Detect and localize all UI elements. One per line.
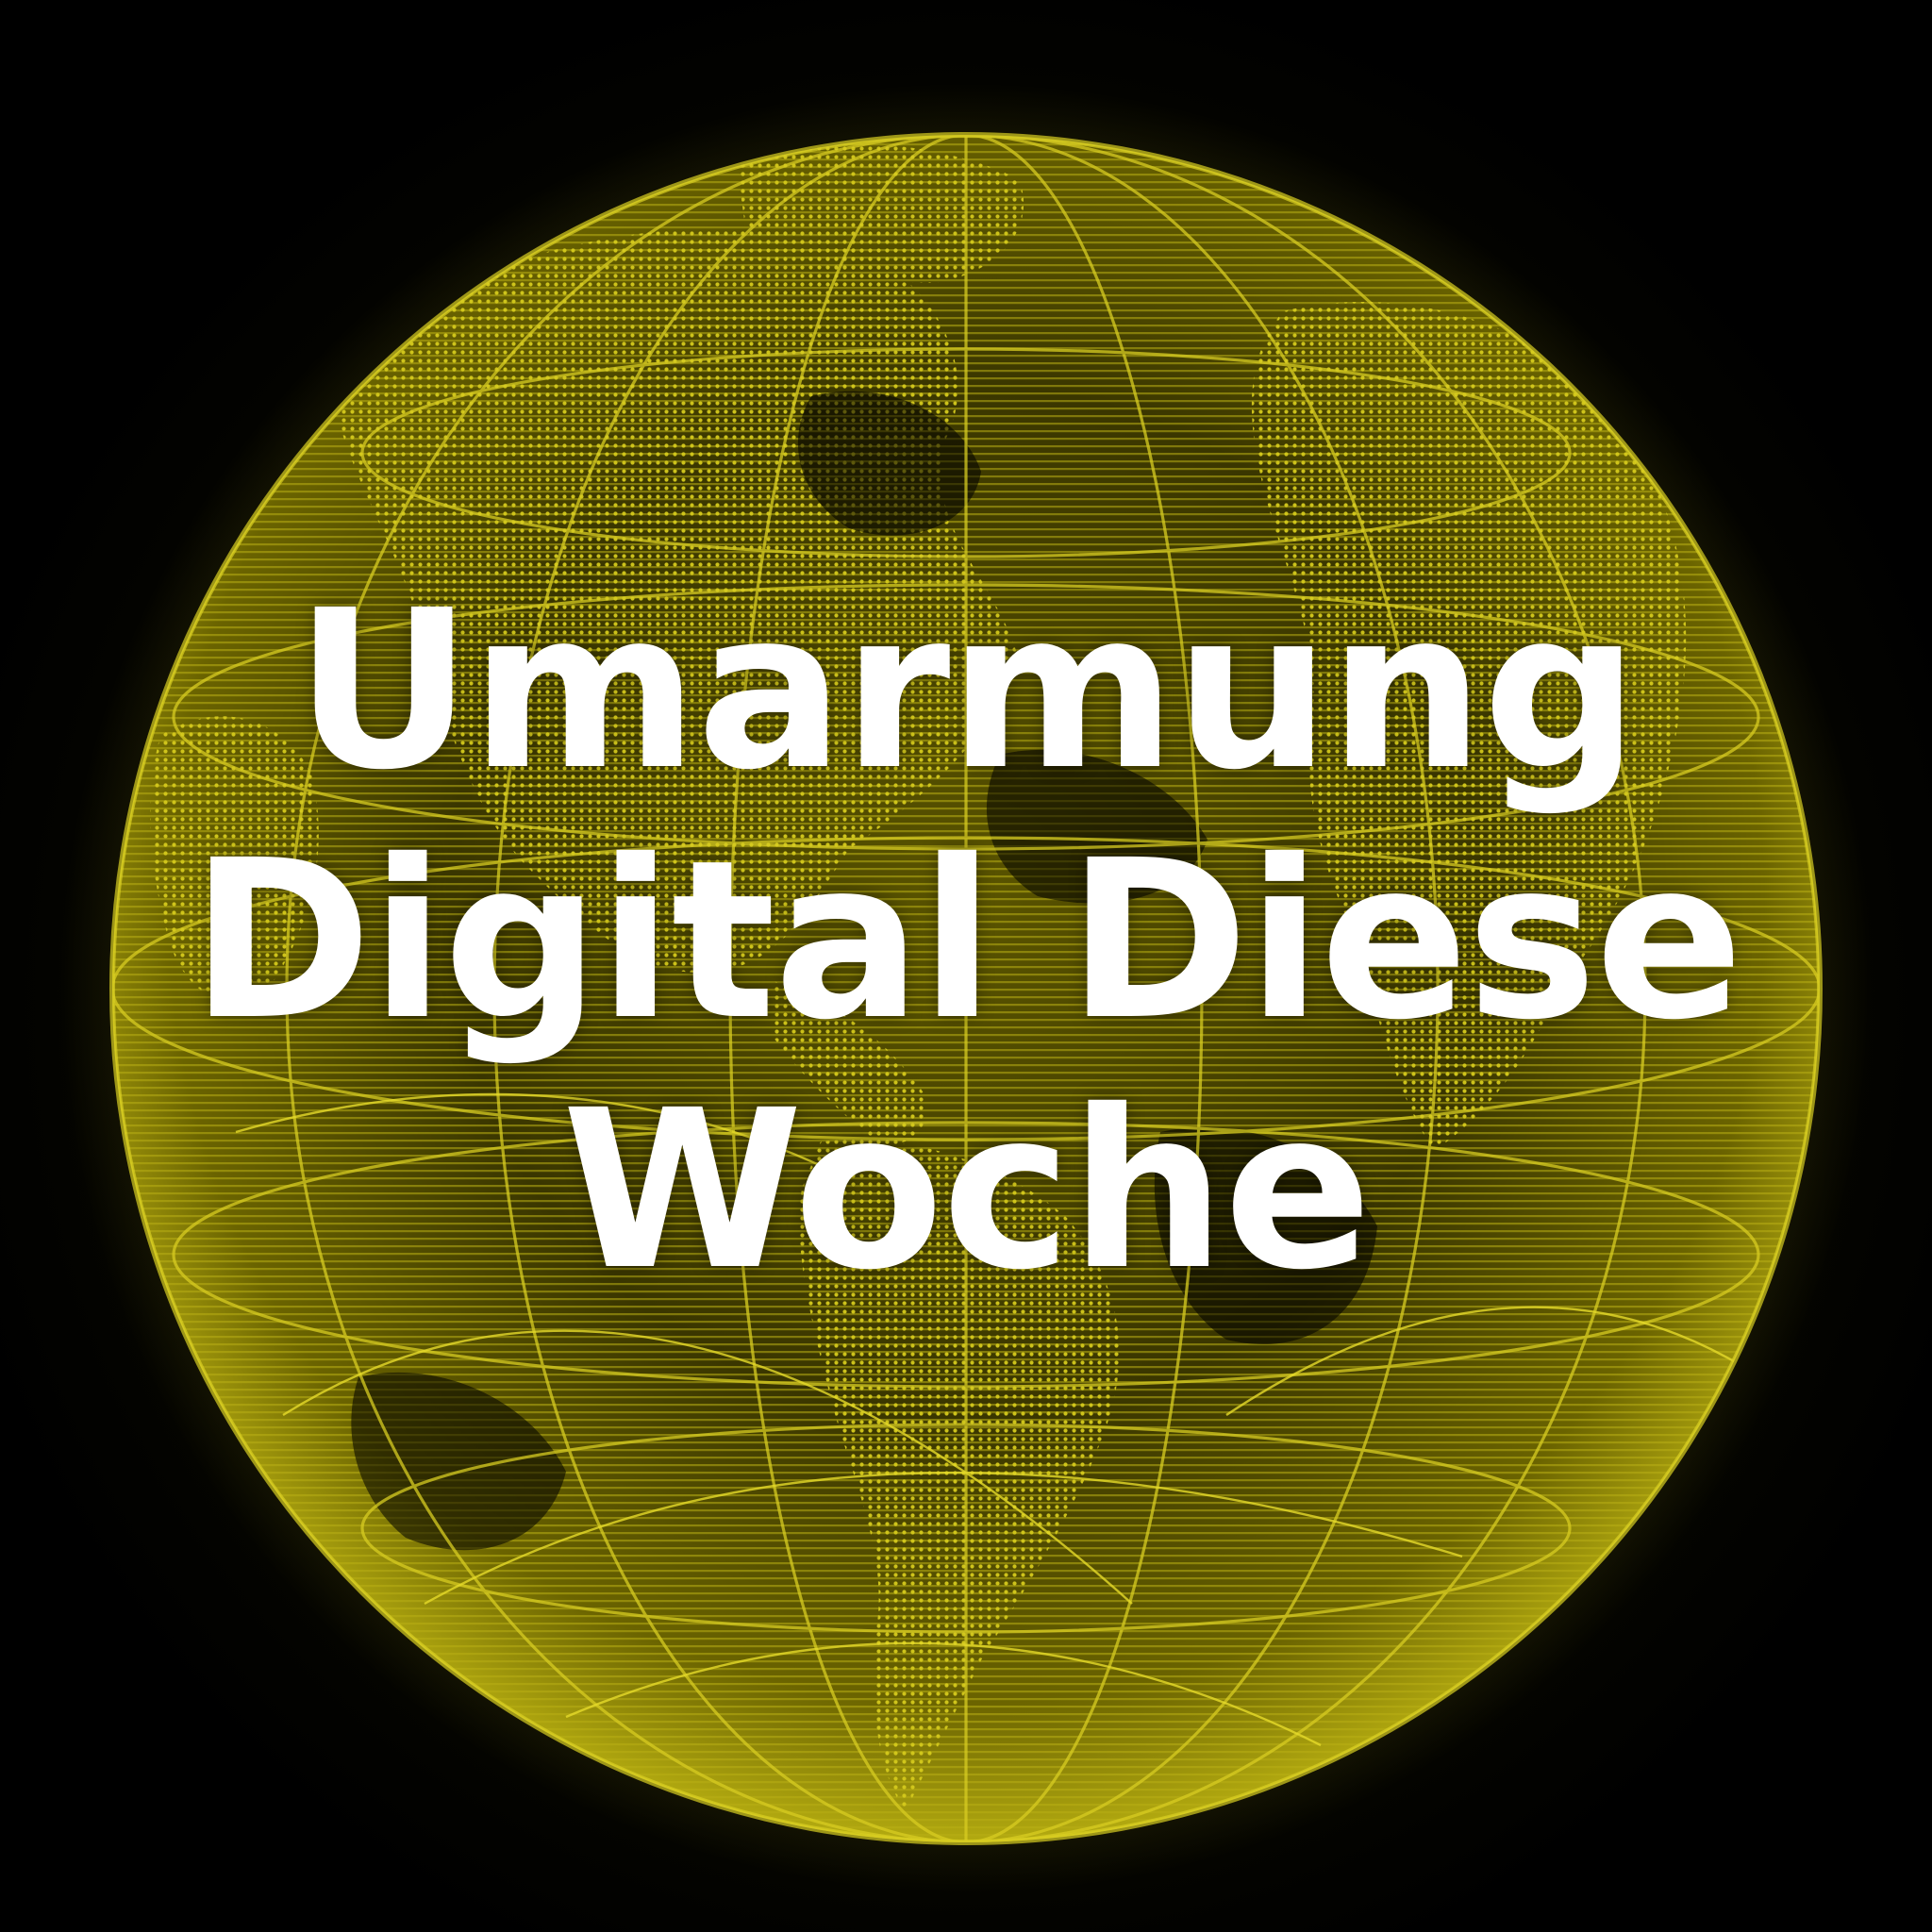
title-line-3: Woche — [561, 1063, 1372, 1318]
title-line-2: Digital Diese — [190, 813, 1743, 1068]
cover-canvas: Umarmung Digital Diese Woche — [0, 0, 1932, 1932]
cover-title: Umarmung Digital Diese Woche — [0, 566, 1932, 1316]
title-line-1: Umarmung — [294, 563, 1639, 818]
